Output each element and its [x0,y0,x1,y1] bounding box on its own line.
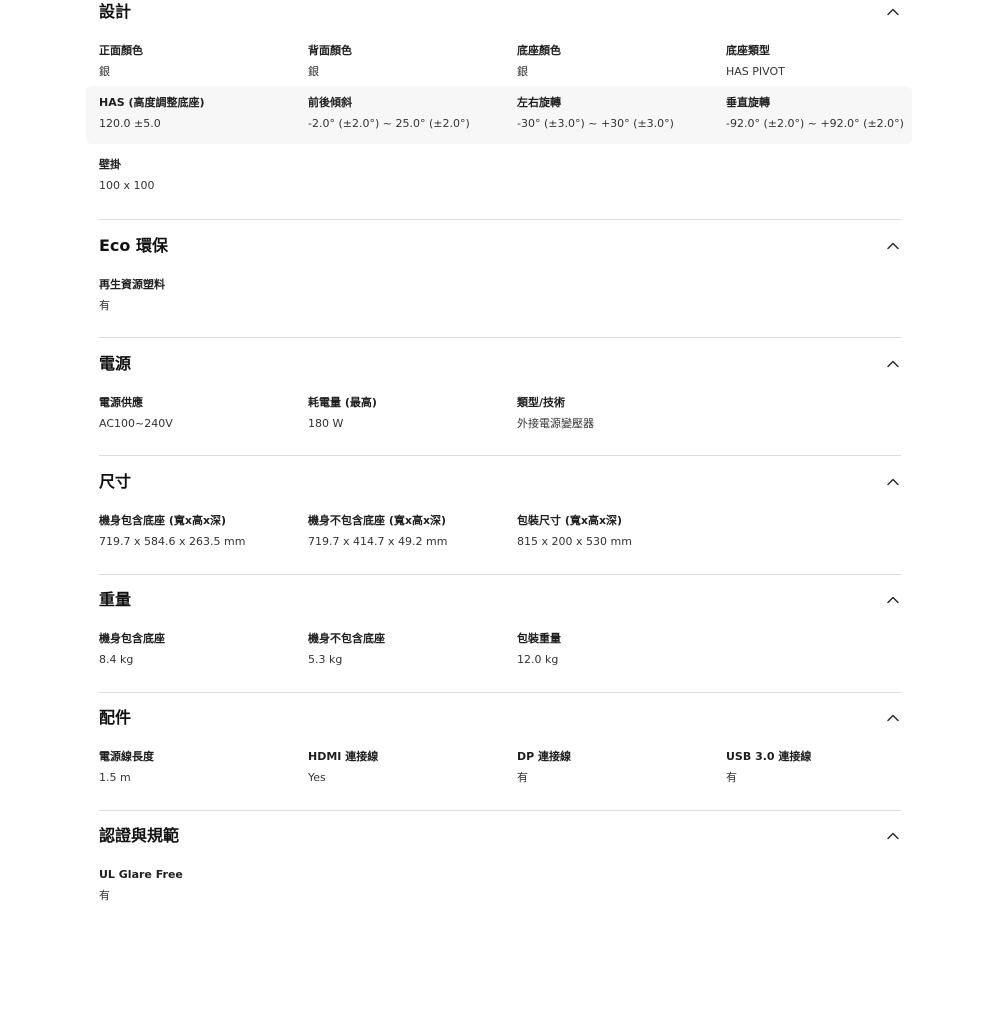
spec-label: HDMI 連接線 [308,750,379,763]
spec-label: 背面顏色 [308,44,352,57]
chevron-up-icon[interactable] [885,356,901,372]
section-divider [99,455,901,456]
spec-row: 壁掛 100 x 100 [0,148,1000,206]
section-title[interactable]: 尺寸 [99,470,131,494]
spec-label: UL Glare Free [99,868,183,881]
spec-value: 1.5 m [99,771,131,784]
spec-row: HAS (高度調整底座) 120.0 ±5.0 前後傾斜 -2.0° (±2.0°) … [86,86,912,144]
spec-label: 機身不包含底座 (寬x高x深) [308,514,447,527]
spec-section: 認證與規範 UL Glare Free 有 [0,824,1000,1024]
spec-label: DP 連接線 [517,750,572,763]
spec-label: 左右旋轉 [517,96,561,109]
spec-label: 機身不包含底座 [308,632,385,645]
section-title[interactable]: 電源 [99,352,131,376]
chevron-up-icon[interactable] [885,710,901,726]
spec-label: 再生資源塑料 [99,278,165,291]
spec-row: 機身包含底座 (寬x高x深) 719.7 x 584.6 x 263.5 mm 機身… [0,504,1000,562]
spec-value: 8.4 kg [99,653,134,666]
spec-value: 銀 [308,65,319,78]
spec-value: 120.0 ±5.0 [99,117,161,130]
spec-label: 機身包含底座 (寬x高x深) [99,514,227,527]
spec-label: 正面顏色 [99,44,143,57]
section-divider [99,692,901,693]
spec-value: -2.0° (±2.0°) ~ 25.0° (±2.0°) [308,117,470,130]
spec-label: HAS (高度調整底座) [99,96,205,109]
spec-value: 5.3 kg [308,653,343,666]
section-title[interactable]: 認證與規範 [99,824,179,848]
spec-value: Yes [308,771,326,784]
spec-value: 815 x 200 x 530 mm [517,535,632,548]
spec-page: 設計正面顏色銀 背面顏色銀 底座顏色銀 底座類型 HAS PIVOT HAS (高度調整底… [0,0,1000,936]
spec-label: 壁掛 [99,158,121,171]
chevron-up-icon[interactable] [885,592,901,608]
spec-label: 垂直旋轉 [726,96,770,109]
spec-value: 719.7 x 584.6 x 263.5 mm [99,535,246,548]
spec-label: 耗電量 (最高) [308,396,377,409]
chevron-up-icon[interactable] [885,238,901,254]
spec-row: 電源線長度 1.5 m HDMI 連接線 Yes DP 連接線有 USB 3.0 連接線有 [0,740,1000,798]
chevron-up-icon[interactable] [885,474,901,490]
spec-value: 有 [726,771,737,784]
spec-label: 類型/技術 [517,396,566,409]
spec-label: 底座顏色 [517,44,561,57]
spec-value: 有 [99,889,110,902]
spec-value: 180 W [308,417,344,430]
section-title[interactable]: Eco 環保 [99,234,168,258]
spec-label: 前後傾斜 [308,96,352,109]
spec-value: 719.7 x 414.7 x 49.2 mm [308,535,448,548]
spec-section: 設計正面顏色銀 背面顏色銀 底座顏色銀 底座類型 HAS PIVOT HAS (高度調整底… [0,0,1000,200]
section-divider [99,337,901,338]
section-title[interactable]: 重量 [99,588,131,612]
spec-label: 包裝重量 [517,632,561,645]
spec-value: 外接電源變壓器 [517,417,594,430]
spec-value: AC100~240V [99,417,173,430]
section-divider [99,219,901,220]
spec-label: USB 3.0 連接線 [726,750,812,763]
spec-value: 有 [517,771,528,784]
spec-row: UL Glare Free 有 [0,858,1000,916]
section-title[interactable]: 配件 [99,706,131,730]
spec-label: 底座類型 [726,44,770,57]
spec-label: 包裝尺寸 (寬x高x深) [517,514,623,527]
spec-row: 正面顏色銀 背面顏色銀 底座顏色銀 底座類型 HAS PIVOT [0,34,1000,92]
section-divider [99,810,901,811]
spec-label: 機身包含底座 [99,632,165,645]
spec-value: 有 [99,299,110,312]
spec-value: -92.0° (±2.0°) ~ +92.0° (±2.0°) [726,117,904,130]
section-title[interactable]: 設計 [99,0,131,24]
spec-value: 12.0 kg [517,653,559,666]
spec-value: HAS PIVOT [726,65,785,78]
chevron-up-icon[interactable] [885,828,901,844]
spec-label: 電源供應 [99,396,143,409]
section-divider [99,574,901,575]
spec-row: 再生資源塑料有 [0,268,1000,326]
spec-value: 銀 [99,65,110,78]
spec-label: 電源線長度 [99,750,154,763]
spec-value: 100 x 100 [99,179,155,192]
spec-row: 機身包含底座 8.4 kg 機身不包含底座 5.3 kg 包裝重量 12.0 kg [0,622,1000,680]
spec-value: -30° (±3.0°) ~ +30° (±3.0°) [517,117,674,130]
spec-value: 銀 [517,65,528,78]
chevron-up-icon[interactable] [885,4,901,20]
spec-row: 電源供應 AC100~240V 耗電量 (最高) 180 W 類型/技術外接電源變壓器 [0,386,1000,444]
